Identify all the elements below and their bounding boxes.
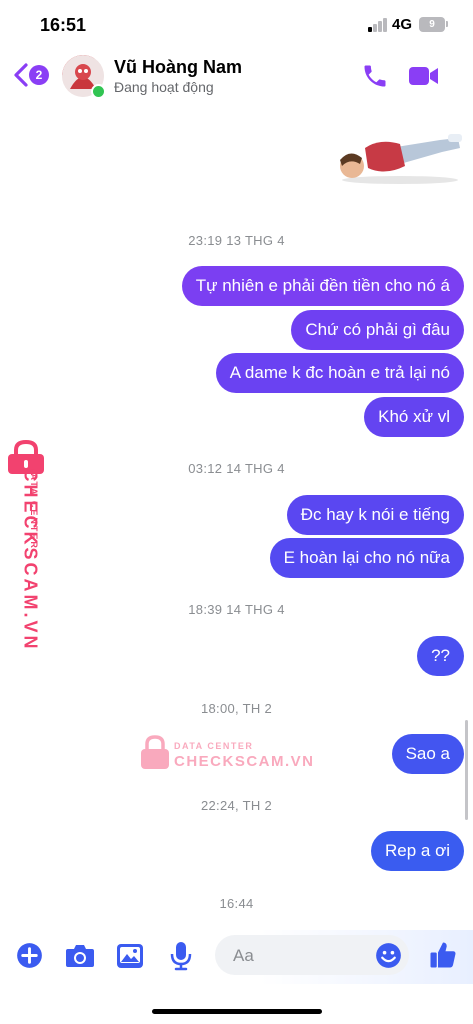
emoji-icon[interactable] (375, 942, 402, 969)
microphone-icon[interactable] (170, 941, 192, 971)
outgoing-message-bubble[interactable]: Tự nhiên e phải đền tiền cho nó á (181, 266, 464, 306)
message-timestamp: 03:12 14 THG 4 (188, 461, 285, 476)
contact-status: Đang hoạt động (114, 79, 214, 95)
battery-cap (446, 21, 448, 27)
status-bar: 16:51 4G 9 (0, 0, 473, 52)
phone-icon[interactable] (361, 62, 389, 90)
network-label: 4G (392, 16, 413, 33)
image-icon[interactable] (116, 943, 144, 969)
message-timestamp: 22:24, TH 2 (201, 798, 272, 813)
outgoing-message-bubble[interactable]: Đc hay k nói e tiếng (286, 495, 464, 535)
battery-icon: 9 (419, 17, 445, 32)
signal-icon (368, 18, 390, 32)
outgoing-message-bubble[interactable]: A dame k đc hoàn e trả lại nó (215, 353, 464, 393)
outgoing-message-bubble[interactable]: Rep a ơi (370, 831, 464, 871)
outgoing-message-bubble[interactable]: Khó xử vl (364, 397, 464, 437)
video-call-icon[interactable] (408, 64, 440, 88)
outgoing-message-bubble[interactable]: Sao a (391, 734, 464, 774)
thumbs-up-icon[interactable] (428, 940, 458, 970)
contact-name[interactable]: Vũ Hoàng Nam (114, 57, 242, 78)
outgoing-message-bubble[interactable]: E hoàn lại cho nó nữa (269, 538, 464, 578)
watermark-brand: CHECKSCAM.VN (174, 753, 315, 770)
watermark-caption: DATA CENTER (29, 465, 39, 550)
watermark-caption: DATA CENTER (174, 741, 254, 751)
message-timestamp: 18:39 14 THG 4 (188, 602, 285, 617)
online-indicator (91, 84, 106, 99)
watermark-logo-vertical: CHECKSCAM.VN DATA CENTER (4, 440, 54, 652)
padlock-icon (141, 735, 169, 769)
sticker-image[interactable] (330, 118, 466, 190)
scrollbar[interactable] (465, 720, 468, 820)
outgoing-message-bubble[interactable]: ?? (417, 636, 464, 676)
message-input-placeholder: Aa (233, 946, 254, 965)
unread-badge[interactable]: 2 (29, 65, 49, 85)
message-timestamp: 16:44 (219, 896, 254, 911)
message-timestamp: 23:19 13 THG 4 (188, 233, 285, 248)
back-chevron-icon[interactable] (12, 62, 30, 88)
status-time: 16:51 (40, 15, 87, 35)
home-indicator[interactable] (152, 1009, 322, 1014)
watermark-logo-horizontal: DATA CENTER CHECKSCAM.VN (140, 735, 313, 775)
plus-icon[interactable] (16, 942, 43, 969)
message-timestamp: 18:00, TH 2 (201, 701, 272, 716)
camera-icon[interactable] (65, 943, 95, 969)
outgoing-message-bubble[interactable]: Chứ có phải gì đâu (291, 310, 464, 350)
